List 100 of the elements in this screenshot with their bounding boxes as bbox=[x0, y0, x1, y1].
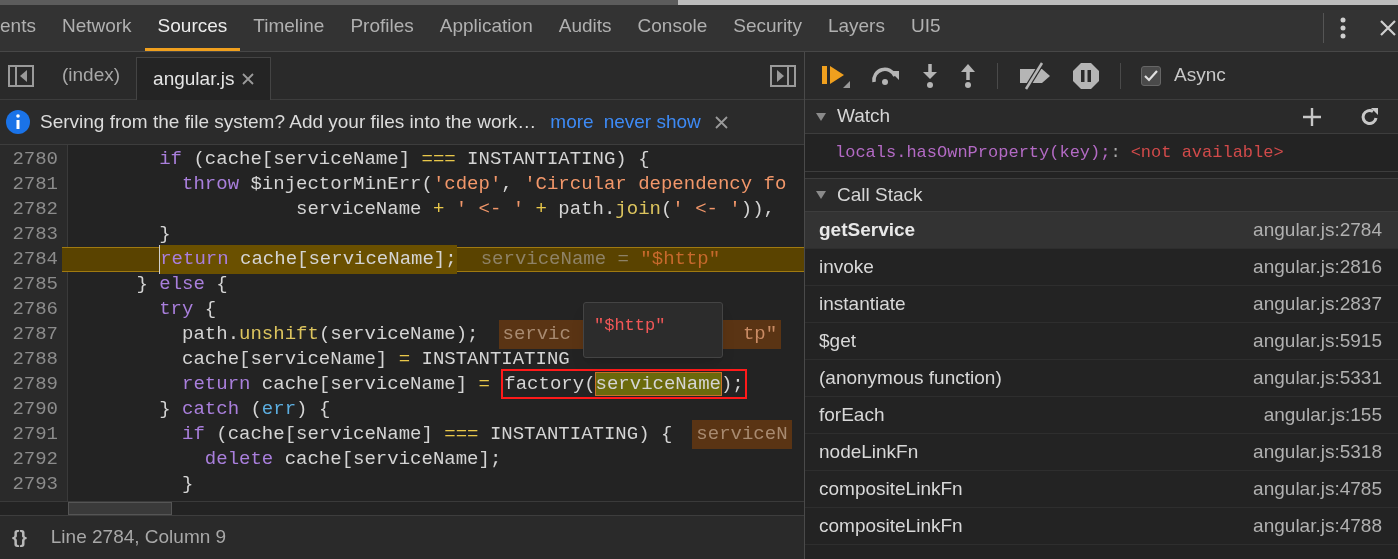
step-over-icon[interactable] bbox=[871, 65, 901, 86]
panel-tab[interactable]: Network bbox=[48, 5, 145, 51]
code-token: 'cdep' bbox=[432, 173, 502, 196]
function-name: getService bbox=[819, 217, 916, 242]
watch-value: <not available> bbox=[1130, 141, 1284, 164]
code-token: $injectorMinErr( bbox=[249, 173, 433, 196]
pause-icon[interactable] bbox=[1072, 61, 1100, 90]
code-token: ) { bbox=[296, 398, 331, 421]
source-location[interactable]: angular.js:2837 bbox=[1253, 289, 1382, 319]
call-frame[interactable]: getService angular.js:2784 bbox=[805, 212, 1398, 249]
section-title[interactable]: Watch bbox=[837, 102, 891, 131]
watch-separator: : bbox=[1110, 141, 1121, 164]
line-number: 2784 bbox=[11, 247, 59, 273]
panel-tab[interactable]: Application bbox=[426, 5, 546, 51]
code-token: cache[serviceName]; bbox=[239, 248, 457, 271]
function-name: forEach bbox=[819, 402, 885, 427]
close-icon[interactable] bbox=[714, 115, 728, 129]
more-icon[interactable] bbox=[1340, 17, 1346, 39]
source-location[interactable]: angular.js:2816 bbox=[1253, 252, 1382, 282]
check-icon bbox=[1144, 69, 1158, 82]
code-token: cache[serviceName]; bbox=[283, 448, 502, 471]
inline-value: serviceN bbox=[692, 420, 792, 449]
code-token: path. bbox=[182, 323, 240, 346]
panel-tab[interactable]: UI5 bbox=[897, 5, 954, 51]
file-name: angular.js bbox=[153, 66, 235, 91]
call-frame[interactable]: compositeLinkFn angular.js:4788 bbox=[805, 508, 1398, 545]
code-token: ( bbox=[660, 198, 673, 221]
function-name: (anonymous function) bbox=[819, 365, 1002, 390]
call-frame[interactable]: instantiate angular.js:2837 bbox=[805, 286, 1398, 323]
code-token: === bbox=[421, 148, 456, 171]
line-number: 2785 bbox=[11, 272, 59, 298]
panel-tab[interactable]: Console bbox=[624, 5, 721, 51]
panel-tab[interactable]: Layers bbox=[814, 5, 898, 51]
code-token: else bbox=[159, 273, 205, 296]
source-location[interactable]: angular.js:4788 bbox=[1253, 511, 1382, 541]
code-token: } bbox=[159, 398, 172, 421]
line-number: 2790 bbox=[11, 397, 59, 423]
code-token: + bbox=[432, 198, 445, 221]
call-frame[interactable]: $get angular.js:5915 bbox=[805, 323, 1398, 360]
info-link[interactable]: more bbox=[550, 107, 594, 137]
call-frame[interactable]: (anonymous function) angular.js:5331 bbox=[805, 360, 1398, 397]
code-token: } bbox=[182, 473, 194, 496]
code-token: ' <- ' bbox=[454, 198, 526, 221]
source-location[interactable]: angular.js:5915 bbox=[1253, 326, 1382, 356]
breakpoints-off-icon[interactable] bbox=[1018, 61, 1052, 90]
line-number: 2783 bbox=[11, 222, 59, 248]
line-number: 2791 bbox=[11, 422, 59, 448]
inline-value: serviceName = "$http" bbox=[479, 247, 722, 273]
call-frame[interactable]: compositeLinkFn angular.js:4785 bbox=[805, 471, 1398, 508]
refresh-icon[interactable] bbox=[1360, 106, 1380, 127]
code-token: INSTANTIATING bbox=[420, 348, 570, 371]
caret-icon[interactable] bbox=[815, 189, 827, 201]
code-token: serviceName bbox=[595, 373, 721, 396]
add-icon[interactable] bbox=[1302, 106, 1322, 127]
function-name: invoke bbox=[819, 254, 874, 279]
code-token: (serviceName); bbox=[318, 323, 479, 346]
source-location[interactable]: angular.js:155 bbox=[1263, 400, 1382, 430]
code-token: return bbox=[182, 373, 251, 396]
source-location[interactable]: angular.js:5318 bbox=[1253, 437, 1382, 467]
call-frame[interactable]: invoke angular.js:2816 bbox=[805, 249, 1398, 286]
code-token: throw bbox=[182, 173, 240, 196]
code-token: { bbox=[215, 273, 228, 296]
file-tab[interactable]: (index) bbox=[46, 52, 137, 99]
step-into-icon[interactable] bbox=[921, 62, 939, 89]
file-tab[interactable]: angular.js bbox=[136, 57, 272, 100]
function-name: compositeLinkFn bbox=[819, 476, 963, 501]
sidebar-toggle-icon[interactable] bbox=[8, 64, 34, 87]
line-number: 2782 bbox=[11, 197, 59, 223]
code-token: + bbox=[535, 198, 547, 221]
info-link[interactable]: never show bbox=[603, 107, 701, 137]
scrollbar-thumb[interactable] bbox=[68, 502, 172, 515]
pretty-print-button[interactable]: {} bbox=[12, 523, 27, 552]
code-token: 'Circular dependency fo bbox=[524, 173, 787, 196]
step-out-icon[interactable] bbox=[959, 62, 977, 89]
call-frame[interactable]: nodeLinkFn angular.js:5318 bbox=[805, 434, 1398, 471]
code-token: unshift bbox=[239, 323, 319, 346]
watch-expression[interactable]: locals.hasOwnProperty(key); bbox=[835, 139, 1111, 166]
cursor-position: Line 2784, Column 9 bbox=[50, 525, 227, 550]
panel-tab[interactable]: Audits bbox=[545, 5, 625, 51]
panel-tab[interactable]: Profiles bbox=[337, 5, 427, 51]
sidebar-toggle-icon[interactable] bbox=[770, 64, 796, 87]
code-token: path. bbox=[557, 198, 616, 221]
panel-tab[interactable]: ents bbox=[0, 5, 49, 51]
line-number: 2793 bbox=[11, 472, 59, 498]
call-frame[interactable]: forEach angular.js:155 bbox=[805, 397, 1398, 434]
panel-tab[interactable]: Security bbox=[720, 5, 815, 51]
code-token: ' <- ' bbox=[672, 198, 741, 221]
code-token: (cache[serviceName] bbox=[192, 148, 412, 171]
code-token: if bbox=[182, 423, 205, 446]
panel-tab[interactable]: Timeline bbox=[240, 5, 338, 51]
code-token: ); bbox=[720, 373, 744, 396]
close-icon[interactable] bbox=[242, 73, 255, 85]
source-location[interactable]: angular.js:4785 bbox=[1253, 474, 1382, 504]
async-checkbox[interactable] bbox=[1141, 65, 1161, 86]
close-icon[interactable] bbox=[1380, 20, 1396, 36]
caret-icon[interactable] bbox=[815, 110, 827, 123]
source-location[interactable]: angular.js:5331 bbox=[1253, 363, 1382, 393]
code-token: , bbox=[501, 173, 514, 196]
source-location[interactable]: angular.js:2784 bbox=[1253, 215, 1382, 245]
section-title[interactable]: Call Stack bbox=[837, 180, 923, 210]
